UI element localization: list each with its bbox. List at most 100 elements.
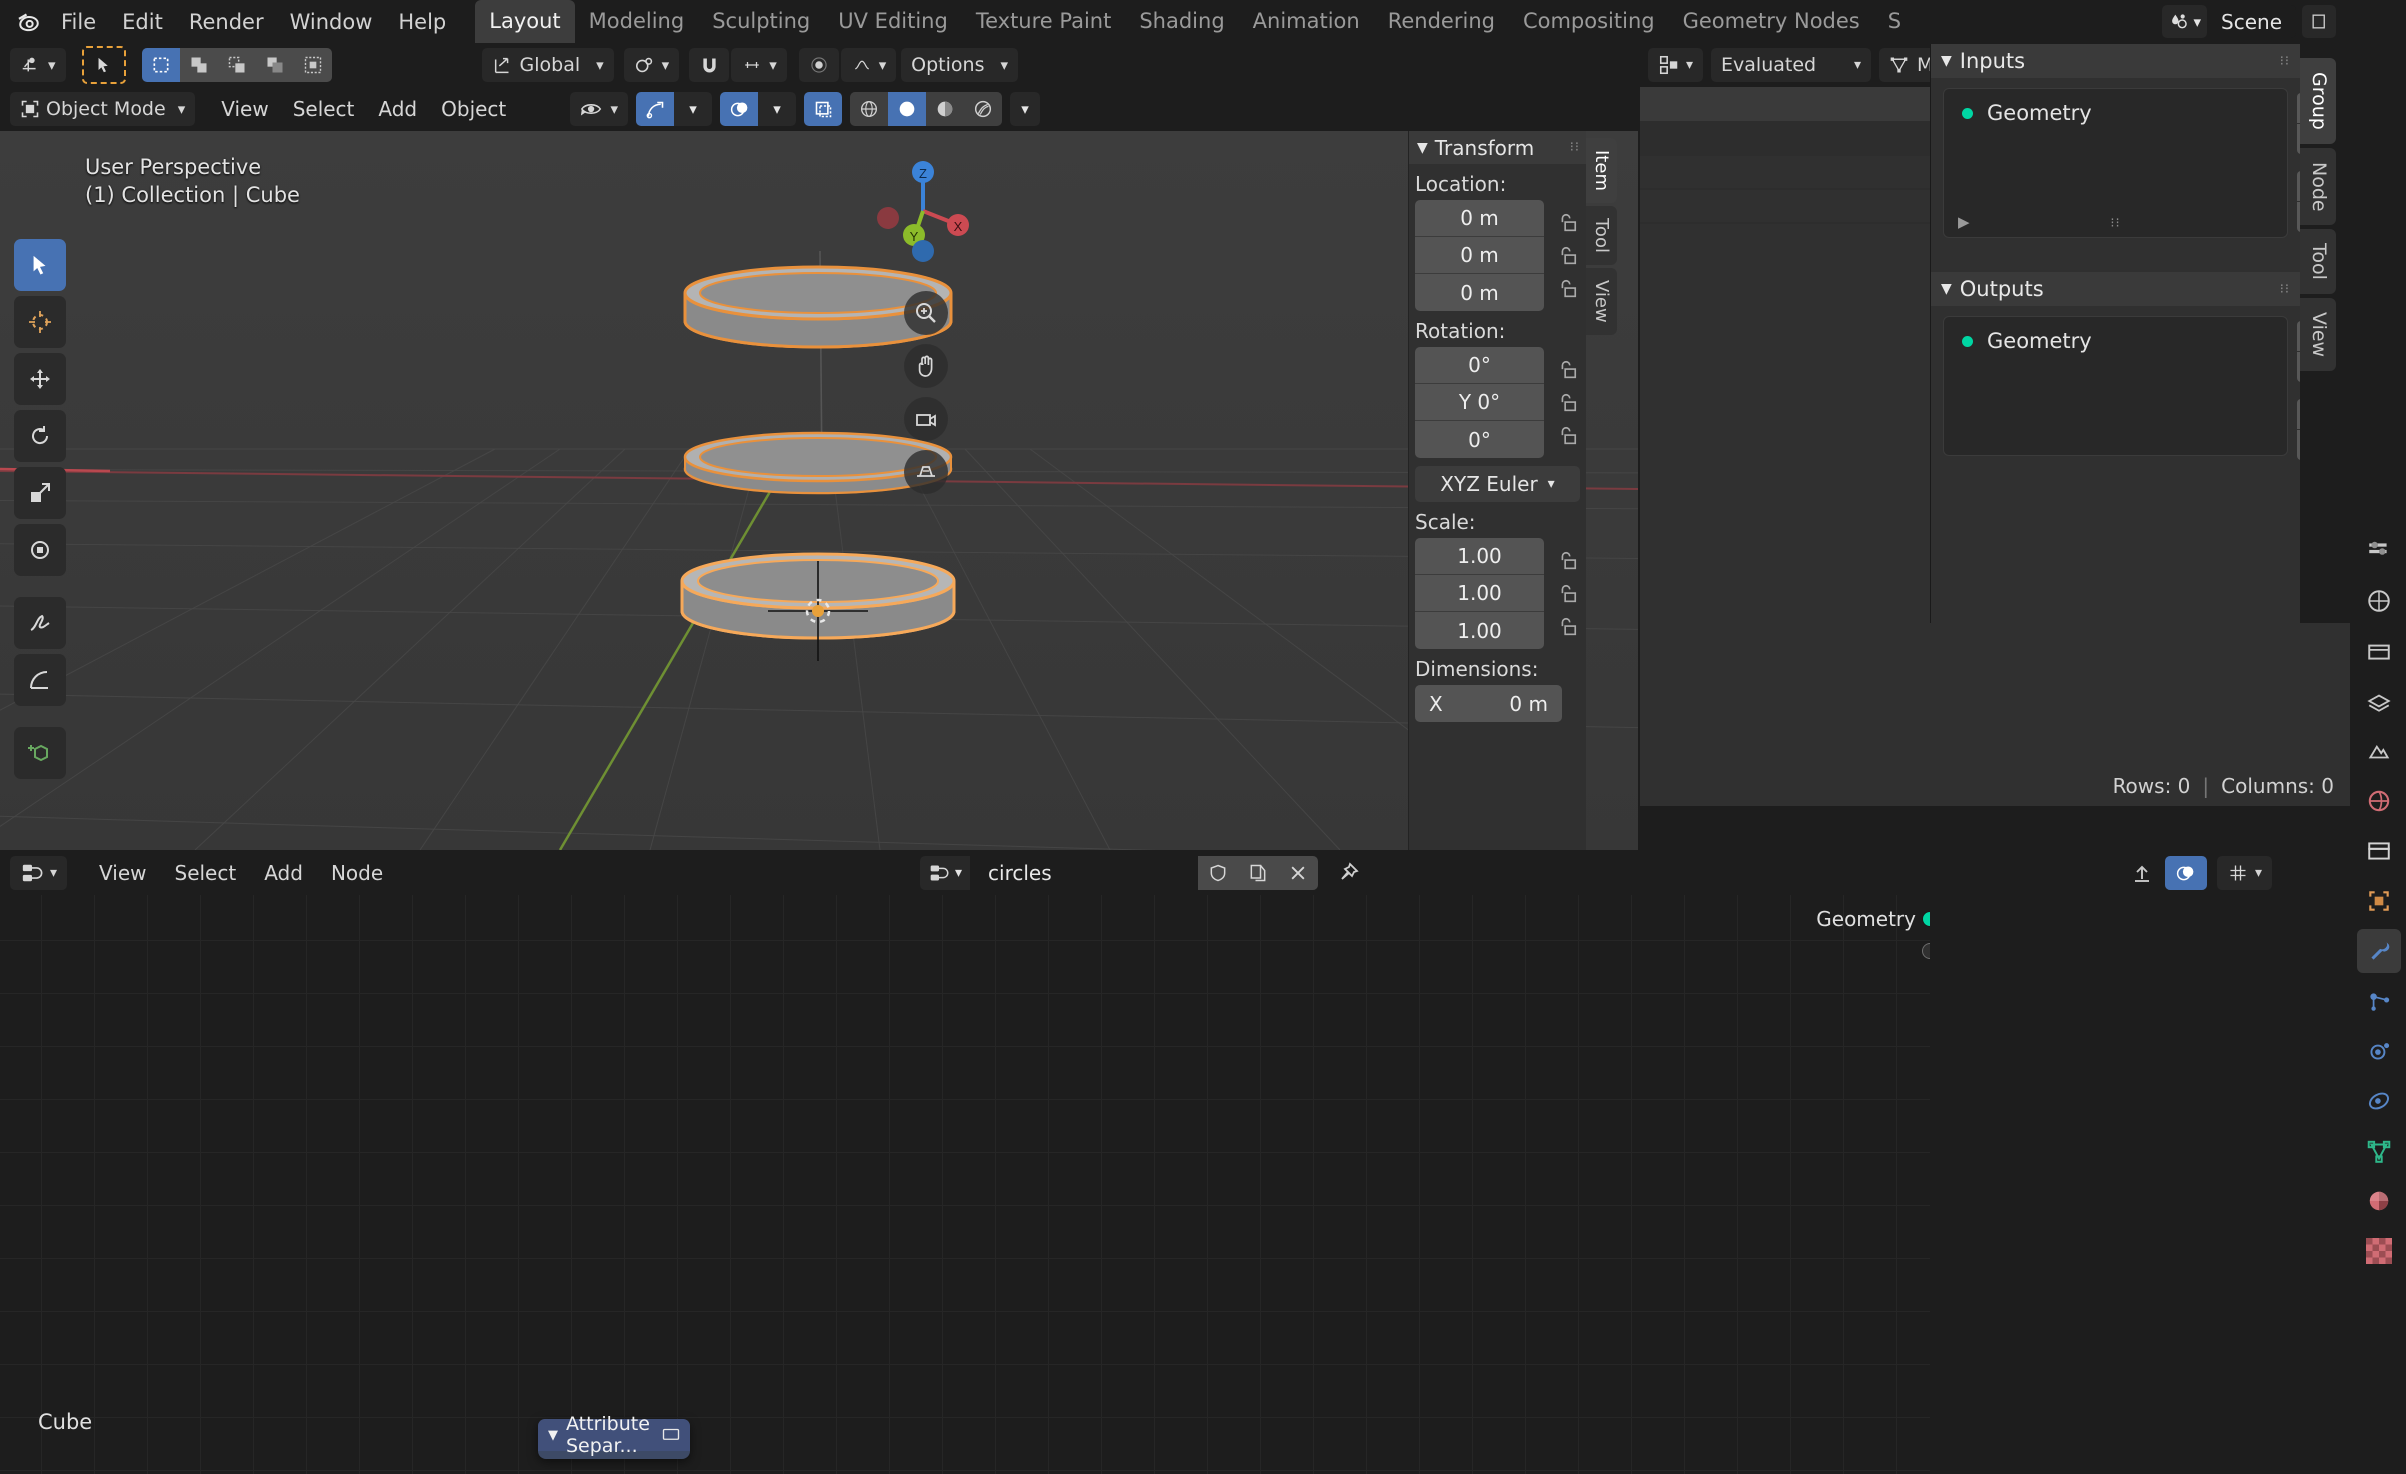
tool-move[interactable] [14, 353, 66, 405]
properties-tab-viewlayer-icon[interactable] [2357, 679, 2401, 723]
outputs-panel-header[interactable]: ▼ Outputs ⁝⁝ [1931, 272, 2300, 306]
new-scene-icon[interactable] [2302, 5, 2336, 38]
gizmo-options-dropdown[interactable]: ▾ [674, 92, 712, 126]
lock-scale-y-icon[interactable] [1556, 583, 1586, 605]
proportional-edit-icon[interactable] [798, 48, 839, 82]
scale-x-field[interactable]: 1.00 [1415, 538, 1544, 575]
dataset-dropdown[interactable]: Evaluated ▾ [1711, 48, 1872, 82]
lock-scale-z-icon[interactable] [1556, 616, 1586, 638]
sidebar-tab-view[interactable]: View [1586, 267, 1617, 335]
properties-tab-object-icon[interactable] [2357, 879, 2401, 923]
properties-tab-particles-icon[interactable] [2357, 979, 2401, 1023]
menu-file[interactable]: File [48, 6, 109, 38]
location-x-field[interactable]: 0 m [1415, 200, 1544, 237]
select-mode-subtract[interactable] [217, 48, 256, 82]
copy-icon[interactable] [1238, 856, 1279, 890]
shading-solid-icon[interactable] [888, 92, 926, 126]
menu-render[interactable]: Render [176, 6, 277, 38]
properties-tab-output-icon[interactable] [2357, 629, 2401, 673]
node-tree-name-field[interactable]: circles [970, 856, 1199, 890]
triangle-right-icon[interactable]: ▶ [1958, 213, 1970, 231]
select-mode-extend[interactable] [179, 48, 218, 82]
camera-icon[interactable] [904, 397, 948, 441]
dimensions-x-field[interactable]: X 0 m [1415, 685, 1562, 722]
lock-location-x-icon[interactable] [1556, 212, 1586, 234]
tab-scripting[interactable]: S [1874, 0, 1915, 43]
properties-tab-tool-icon[interactable] [2357, 529, 2401, 573]
tool-annotate[interactable] [14, 597, 66, 649]
node-tree-browse-icon[interactable]: ▾ [920, 856, 971, 890]
location-z-field[interactable]: 0 m [1415, 274, 1544, 311]
rotation-x-field[interactable]: 0° [1415, 347, 1544, 384]
viewport-menu-view[interactable]: View [209, 92, 280, 126]
node-menu-select[interactable]: Select [163, 856, 249, 890]
select-mode-set[interactable] [141, 48, 180, 82]
node-overlays-icon[interactable] [2164, 856, 2207, 890]
lock-rotation-x-icon[interactable] [1556, 359, 1586, 381]
socket-virtual[interactable] [1922, 943, 1930, 959]
viewport-canvas[interactable]: User Perspective (1) Collection | Cube Z… [0, 131, 1638, 850]
menu-window[interactable]: Window [277, 6, 386, 38]
node-snap-dropdown[interactable]: ▾ [2216, 856, 2272, 890]
shading-options-dropdown[interactable]: ▾ [1010, 92, 1040, 126]
node-sidebar-tab-node[interactable]: Node [2300, 147, 2336, 226]
tab-animation[interactable]: Animation [1239, 0, 1374, 43]
socket-geometry-out[interactable] [1922, 911, 1930, 927]
transform-panel-header[interactable]: ▼ Transform ⁝⁝ [1409, 131, 1586, 164]
viewport-options-dropdown[interactable]: Options ▾ [901, 48, 1018, 82]
node-attribute-separate[interactable]: ▼ Attribute Separ... [538, 1413, 690, 1459]
select-mode-invert[interactable] [255, 48, 294, 82]
viewport-menu-select[interactable]: Select [281, 92, 367, 126]
node-sidebar-tab-tool[interactable]: Tool [2300, 229, 2336, 295]
gizmo-icon[interactable] [636, 92, 674, 126]
tab-rendering[interactable]: Rendering [1374, 0, 1509, 43]
properties-tab-constraints-icon[interactable] [2357, 1079, 2401, 1123]
select-mode-intersect[interactable] [293, 48, 332, 82]
shield-icon[interactable] [1198, 856, 1239, 890]
sidebar-tab-tool[interactable]: Tool [1586, 205, 1617, 265]
monitor-icon[interactable] [662, 1428, 680, 1443]
rotation-mode-dropdown[interactable]: XYZ Euler ▾ [1415, 466, 1580, 502]
node-attribute-separate-header[interactable]: ▼ Attribute Separ... [538, 1413, 690, 1457]
menu-help[interactable]: Help [385, 6, 459, 38]
pin-icon[interactable] [1336, 861, 1360, 885]
properties-tab-scene-icon[interactable] [2357, 729, 2401, 773]
node-canvas[interactable]: ▼ Group Input Geometry [0, 895, 1930, 1474]
tool-transform[interactable] [14, 524, 66, 576]
tab-shading[interactable]: Shading [1125, 0, 1238, 43]
zoom-icon[interactable] [904, 291, 948, 335]
lock-rotation-y-icon[interactable] [1556, 392, 1586, 414]
snap-upload-icon[interactable] [2129, 861, 2155, 885]
tab-sculpting[interactable]: Sculpting [698, 0, 824, 43]
x-icon[interactable] [1278, 856, 1319, 890]
lock-location-y-icon[interactable] [1556, 245, 1586, 267]
node-group-input-output-geometry[interactable]: Geometry [0, 903, 1930, 935]
node-menu-view[interactable]: View [87, 856, 158, 890]
sidebar-tab-item[interactable]: Item [1586, 138, 1617, 203]
properties-tab-world-icon[interactable] [2357, 779, 2401, 823]
node-sidebar-tab-group[interactable]: Group [2300, 58, 2336, 144]
eye-icon[interactable]: ▾ [570, 92, 628, 126]
viewport-menu-add[interactable]: Add [366, 92, 429, 126]
spreadsheet-editor-type-icon[interactable]: ▾ [1648, 48, 1704, 82]
navigation-gizmo[interactable]: Z X Y [868, 156, 978, 266]
overlays-icon[interactable] [720, 92, 758, 126]
transform-orientation-dropdown[interactable]: Global ▾ [481, 48, 614, 82]
tab-modeling[interactable]: Modeling [575, 0, 699, 43]
node-editor-type-icon[interactable]: ▾ [10, 856, 68, 890]
pivot-point-dropdown[interactable]: ▾ [623, 48, 680, 82]
blender-logo-icon[interactable] [10, 3, 48, 41]
tab-uv-editing[interactable]: UV Editing [824, 0, 962, 43]
node-sidebar-tab-view[interactable]: View [2300, 298, 2336, 372]
properties-tab-data-icon[interactable] [2357, 1129, 2401, 1173]
mode-dropdown[interactable]: Object Mode ▾ [10, 92, 196, 126]
node-menu-add[interactable]: Add [252, 856, 315, 890]
properties-tab-physics-icon[interactable] [2357, 1029, 2401, 1073]
shading-rendered-icon[interactable] [964, 92, 1002, 126]
tab-layout[interactable]: Layout [475, 0, 575, 43]
lock-scale-x-icon[interactable] [1556, 550, 1586, 572]
tool-measure[interactable] [14, 654, 66, 706]
panel-drag-dots[interactable]: ⁝⁝ [1570, 140, 1586, 155]
location-y-field[interactable]: 0 m [1415, 237, 1544, 274]
tool-tweak[interactable] [14, 239, 66, 291]
